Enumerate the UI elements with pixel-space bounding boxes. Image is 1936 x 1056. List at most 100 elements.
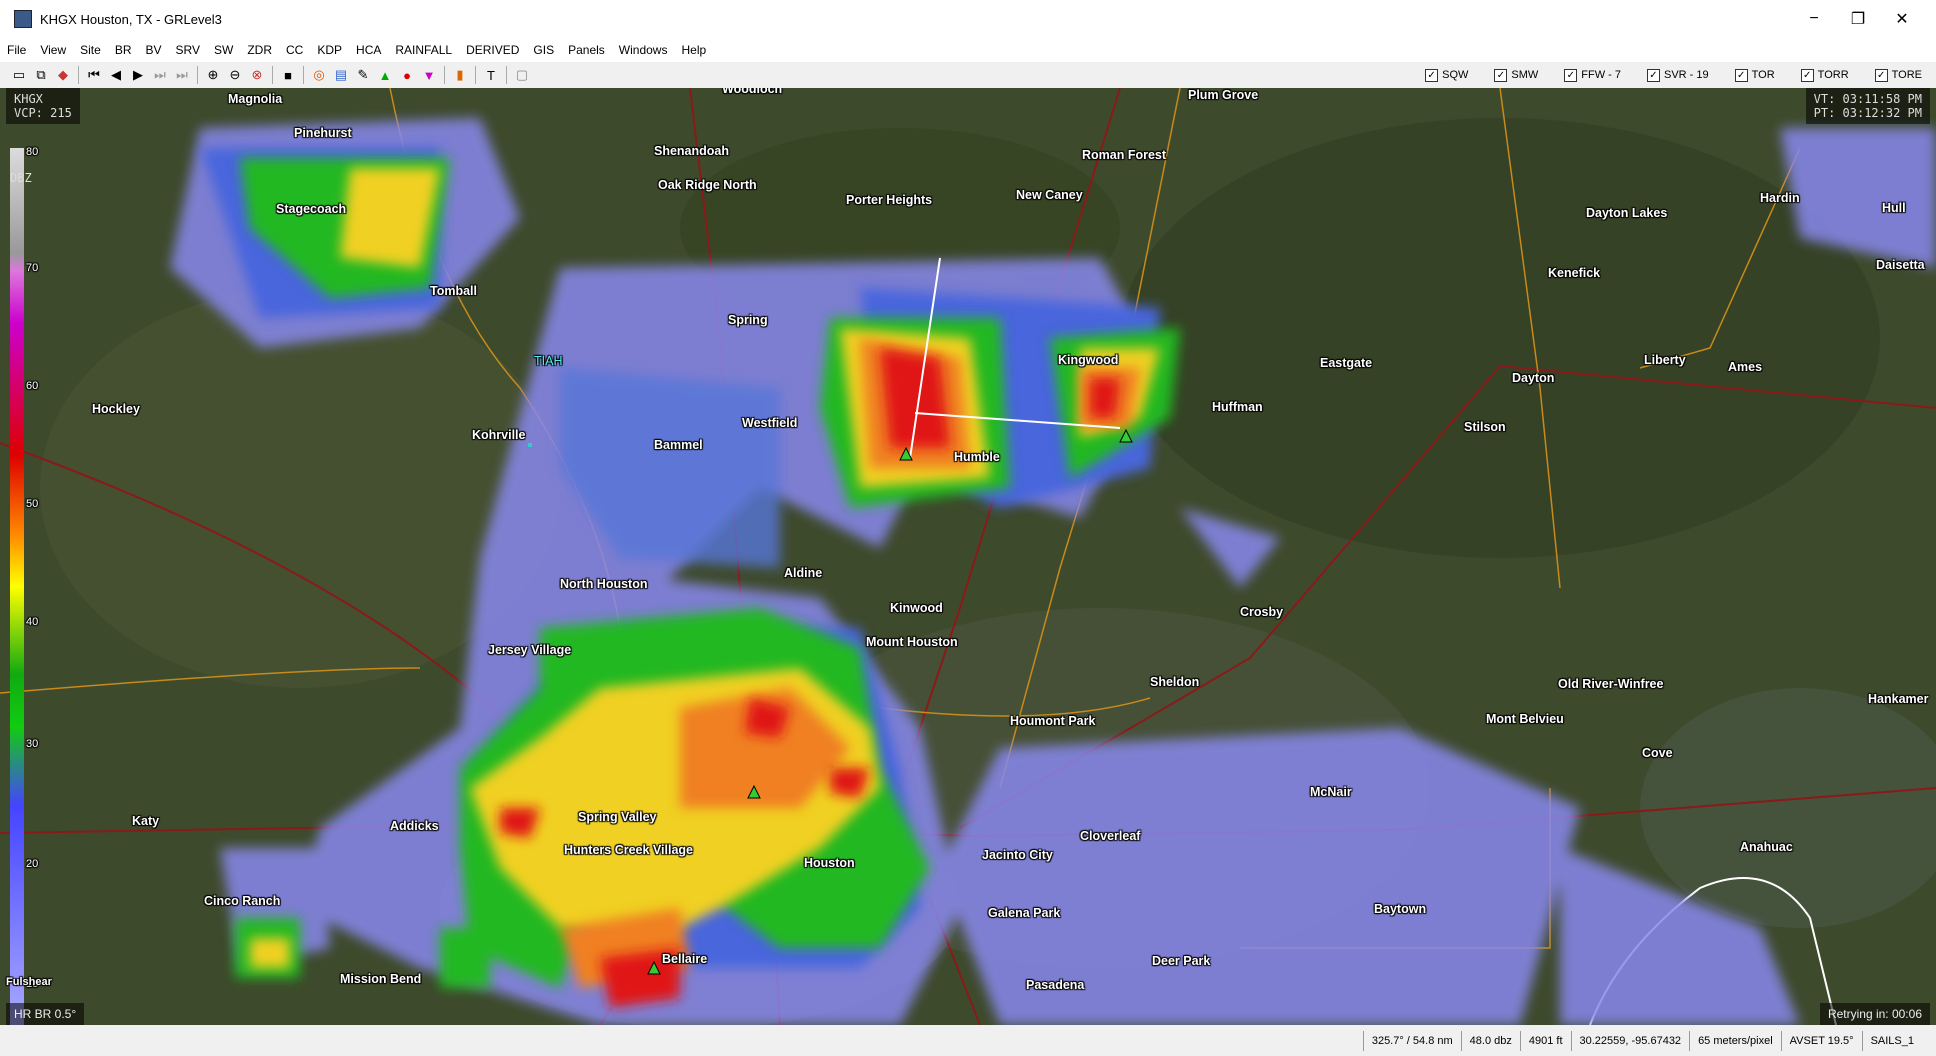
city-label: Aldine	[784, 566, 823, 580]
city-label: Spring	[728, 313, 768, 327]
hail-icon[interactable]: ▼	[419, 65, 439, 85]
maximize-button[interactable]: ❐	[1836, 0, 1880, 38]
panel-icon[interactable]: ▢	[512, 65, 532, 85]
city-label: New Caney	[1016, 188, 1083, 202]
warning-filter-label: SQW	[1442, 69, 1469, 81]
warning-filter-tor[interactable]: ✓ TOR	[1734, 68, 1775, 82]
menu-view[interactable]: View	[33, 43, 73, 57]
menu-help[interactable]: Help	[674, 43, 713, 57]
city-label: Bammel	[654, 438, 703, 452]
city-label: North Houston	[560, 577, 648, 591]
toolbar-separator	[272, 66, 273, 84]
menu-cc[interactable]: CC	[279, 43, 310, 57]
warning-filters: ✓ SQW ✓ SMW ✓ FFW - 7 ✓ SVR - 19 ✓ TOR ✓ TORR …	[1399, 62, 1922, 88]
city-label: Sheldon	[1150, 675, 1200, 689]
window-title: KHGX Houston, TX - GRLevel3	[40, 11, 222, 27]
play-icon[interactable]: ▶	[128, 65, 148, 85]
app-icon	[14, 10, 32, 28]
city-label: Daisetta	[1876, 258, 1925, 272]
status-azimuth-range: 325.7° / 54.8 nm	[1362, 1030, 1461, 1051]
radar-layer-icon[interactable]: ▤	[331, 65, 351, 85]
stop-icon[interactable]: ■	[278, 65, 298, 85]
copy-icon[interactable]: ⧉	[31, 65, 51, 85]
menu-file[interactable]: File	[0, 43, 33, 57]
menu-gis[interactable]: GIS	[526, 43, 561, 57]
zoom-in-icon[interactable]: ⊕	[203, 65, 223, 85]
menu-rainfall[interactable]: RAINFALL	[388, 43, 459, 57]
title-bar: KHGX Houston, TX - GRLevel3 − ❐ ✕	[0, 0, 1936, 38]
warning-filter-label: SMW	[1511, 69, 1539, 81]
warning-filter-torr[interactable]: ✓ TORR	[1800, 68, 1849, 82]
warning-filter-tore[interactable]: ✓ TORE	[1874, 68, 1922, 82]
city-label: Kinwood	[890, 601, 943, 615]
city-label: Roman Forest	[1082, 148, 1167, 162]
close-button[interactable]: ✕	[1880, 0, 1924, 38]
status-reflectivity: 48.0 dbz	[1460, 1030, 1520, 1051]
city-label: Liberty	[1644, 353, 1686, 367]
storm-track-icon[interactable]: ◎	[309, 65, 329, 85]
menu-windows[interactable]: Windows	[612, 43, 675, 57]
tvs-icon[interactable]: ●	[397, 65, 417, 85]
toolbar-separator	[303, 66, 304, 84]
menu-srv[interactable]: SRV	[169, 43, 207, 57]
menu-derived[interactable]: DERIVED	[459, 43, 526, 57]
city-label: Pasadena	[1026, 978, 1085, 992]
meso-icon[interactable]: ▲	[375, 65, 395, 85]
status-sails: SAILS_1	[1861, 1030, 1922, 1051]
menu-kdp[interactable]: KDP	[310, 43, 349, 57]
valid-time: VT: 03:11:58 PM	[1813, 92, 1922, 106]
city-label: Hankamer	[1868, 692, 1929, 706]
menu-bv[interactable]: BV	[139, 43, 169, 57]
city-label: Kenefick	[1548, 266, 1601, 280]
warning-filter-smw[interactable]: ✓ SMW	[1494, 68, 1539, 82]
menu-sw[interactable]: SW	[207, 43, 240, 57]
menu-hca[interactable]: HCA	[349, 43, 388, 57]
warning-filter-sqw[interactable]: ✓ SQW	[1425, 68, 1469, 82]
scale-tick: 70	[26, 262, 39, 274]
city-label: Spring Valley	[578, 810, 657, 824]
scale-tick: 50	[26, 498, 39, 510]
open-file-icon[interactable]: ▭	[9, 65, 29, 85]
menu-site[interactable]: Site	[73, 43, 108, 57]
radar-map-canvas	[0, 88, 1936, 1025]
checkbox-checked-icon: ✓	[1564, 68, 1578, 82]
menu-br[interactable]: BR	[108, 43, 139, 57]
city-label: Katy	[132, 814, 160, 828]
radar-time-info: VT: 03:11:58 PM PT: 03:12:32 PM	[1805, 88, 1930, 124]
last-frame-icon[interactable]: ⏭	[172, 65, 192, 85]
zoom-out-icon[interactable]: ⊖	[225, 65, 245, 85]
first-frame-icon[interactable]: ⏮	[84, 65, 104, 85]
next-frame-icon[interactable]: ⏭	[150, 65, 170, 85]
city-label: Kohrville	[472, 428, 526, 442]
city-label: Ames	[1728, 360, 1763, 374]
minimize-button[interactable]: −	[1792, 0, 1836, 38]
city-label: Huffman	[1212, 400, 1263, 414]
city-label: Oak Ridge North	[658, 178, 757, 192]
city-label: Anahuac	[1740, 840, 1793, 854]
menu-zdr[interactable]: ZDR	[240, 43, 279, 57]
placefile-icon[interactable]: ▮	[450, 65, 470, 85]
warning-filter-ffw[interactable]: ✓ FFW - 7	[1564, 68, 1621, 82]
radar-site-info: KHGX VCP: 215	[6, 88, 80, 124]
checkbox-checked-icon: ✓	[1800, 68, 1814, 82]
pencil-icon[interactable]: ✎	[353, 65, 373, 85]
airport-marker-icon	[528, 443, 532, 447]
city-label: Humble	[954, 450, 1000, 464]
warning-filter-svr[interactable]: ✓ SVR - 19	[1647, 68, 1709, 82]
zoom-reset-icon[interactable]: ⊗	[247, 65, 267, 85]
scale-tick: 40	[26, 616, 39, 628]
scale-tick: 30	[26, 738, 39, 750]
city-label: Porter Heights	[846, 193, 933, 207]
retry-status: Retrying in: 00:06	[1819, 1003, 1930, 1025]
scale-tick: 20	[26, 858, 39, 870]
warning-filter-label: TORR	[1817, 69, 1849, 81]
previous-frame-icon[interactable]: ◀	[106, 65, 126, 85]
airport-label: TIAH	[534, 354, 563, 368]
text-tool-icon[interactable]: T	[481, 65, 501, 85]
checkbox-checked-icon: ✓	[1647, 68, 1660, 82]
radar-vcp: VCP: 215	[14, 106, 72, 120]
menu-panels[interactable]: Panels	[561, 43, 612, 57]
radar-map[interactable]: DBZ 80 70 60 50 40 30 20 10 KHGX VCP: 21…	[0, 88, 1936, 1025]
checkbox-checked-icon: ✓	[1874, 68, 1888, 82]
color-table-icon[interactable]: ◆	[53, 65, 73, 85]
